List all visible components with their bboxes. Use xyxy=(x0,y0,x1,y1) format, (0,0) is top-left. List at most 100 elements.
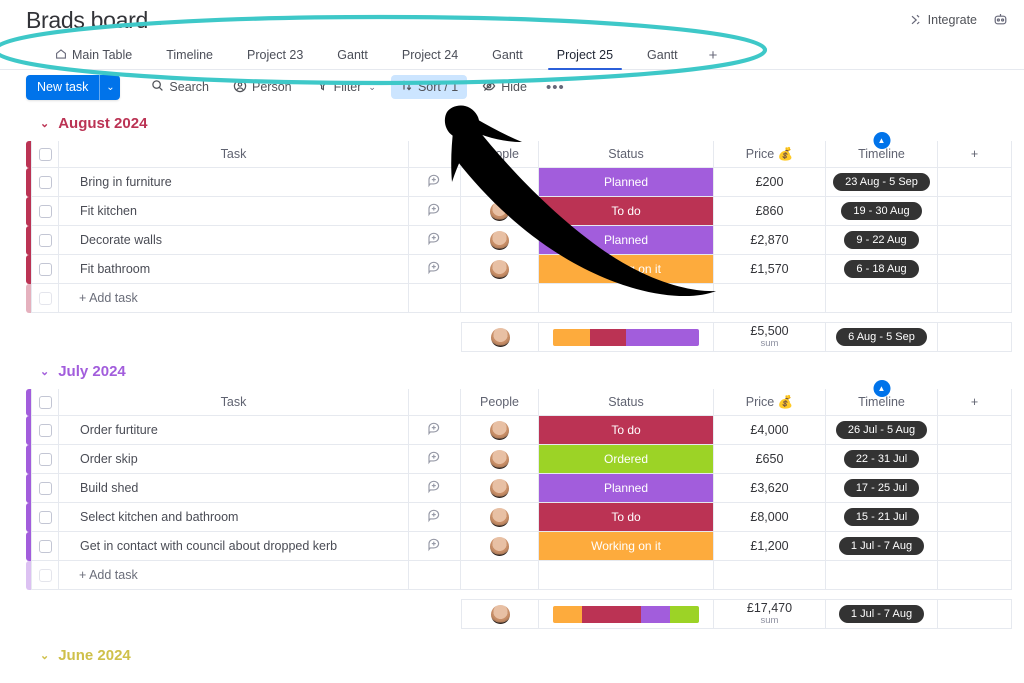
add-update-icon[interactable] xyxy=(409,255,461,284)
board-title-caret-icon[interactable]: ⌄ xyxy=(155,6,166,36)
people-cell[interactable] xyxy=(461,255,539,284)
task-name-cell[interactable]: Build shed xyxy=(59,474,409,503)
column-header-price[interactable]: Price 💰 xyxy=(714,389,826,416)
task-name-cell[interactable]: Fit bathroom xyxy=(59,255,409,284)
hide-button[interactable]: Hide xyxy=(473,75,536,100)
add-update-icon[interactable] xyxy=(409,503,461,532)
column-header-task[interactable]: Task xyxy=(59,389,409,416)
filter-button[interactable]: Filter ⌄ xyxy=(307,75,385,99)
add-column-button[interactable]: + xyxy=(938,141,1012,168)
timeline-cell[interactable]: 9 - 22 Aug xyxy=(826,226,938,255)
tab-project-23[interactable]: Project 23 xyxy=(230,40,320,70)
row-checkbox[interactable] xyxy=(31,445,59,474)
add-task-row[interactable]: + Add task xyxy=(26,561,1024,590)
table-row[interactable]: Select kitchen and bathroom To do £8,000 15… xyxy=(26,503,1024,532)
people-cell[interactable] xyxy=(461,226,539,255)
new-task-caret-icon[interactable]: ⌄ xyxy=(99,74,121,100)
summary-status-bar[interactable] xyxy=(539,599,714,629)
timeline-cell[interactable]: 23 Aug - 5 Sep xyxy=(826,168,938,197)
integrate-button[interactable]: Integrate xyxy=(908,13,977,27)
row-checkbox[interactable] xyxy=(31,503,59,532)
task-name-cell[interactable]: Get in contact with council about droppe… xyxy=(59,532,409,561)
table-row[interactable]: Build shed Planned £3,620 17 - 25 Jul xyxy=(26,474,1024,503)
timeline-cell[interactable]: 15 - 21 Jul xyxy=(826,503,938,532)
price-cell[interactable]: £1,200 xyxy=(714,532,826,561)
column-header-price[interactable]: Price 💰 xyxy=(714,141,826,168)
row-checkbox[interactable] xyxy=(31,416,59,445)
timeline-cell[interactable]: 17 - 25 Jul xyxy=(826,474,938,503)
column-header-status[interactable]: Status xyxy=(539,141,714,168)
timeline-cell[interactable]: 1 Jul - 7 Aug xyxy=(826,532,938,561)
status-badge[interactable]: Planned xyxy=(539,226,714,255)
price-cell[interactable]: £3,620 xyxy=(714,474,826,503)
tab-main-table[interactable]: Main Table xyxy=(38,40,149,70)
column-header-task[interactable]: Task xyxy=(59,141,409,168)
people-cell[interactable] xyxy=(461,416,539,445)
status-badge[interactable]: Ordered xyxy=(539,445,714,474)
timeline-cell[interactable]: 6 - 18 Aug xyxy=(826,255,938,284)
filter-caret-icon[interactable]: ⌄ xyxy=(368,82,376,93)
new-task-button[interactable]: New task ⌄ xyxy=(26,74,121,100)
row-checkbox[interactable] xyxy=(31,255,59,284)
sort-button[interactable]: Sort / 1 xyxy=(390,75,468,99)
price-cell[interactable]: £2,870 xyxy=(714,226,826,255)
task-name-cell[interactable]: Order furtiture xyxy=(59,416,409,445)
tab-gantt-2[interactable]: Gantt xyxy=(475,40,540,70)
row-checkbox[interactable] xyxy=(31,197,59,226)
column-header-timeline[interactable]: ▲ Timeline xyxy=(826,132,938,168)
status-badge[interactable]: Planned xyxy=(539,168,714,197)
people-cell[interactable] xyxy=(461,503,539,532)
tab-gantt-3[interactable]: Gantt xyxy=(630,40,695,70)
tab-gantt-1[interactable]: Gantt xyxy=(320,40,385,70)
people-cell[interactable] xyxy=(461,532,539,561)
tab-project-25[interactable]: Project 25 xyxy=(540,40,630,70)
price-cell[interactable]: £1,570 xyxy=(714,255,826,284)
task-name-cell[interactable]: Select kitchen and bathroom xyxy=(59,503,409,532)
price-cell[interactable]: £4,000 xyxy=(714,416,826,445)
table-row[interactable]: Order furtiture To do £4,000 26 Jul - 5 Aug xyxy=(26,416,1024,445)
add-column-button[interactable]: + xyxy=(938,389,1012,416)
add-task-label[interactable]: + Add task xyxy=(59,561,409,590)
column-header-timeline[interactable]: ▲ Timeline xyxy=(826,380,938,416)
add-update-icon[interactable] xyxy=(409,532,461,561)
group-title[interactable]: ⌄ June 2024 xyxy=(26,629,1024,673)
add-update-icon[interactable] xyxy=(409,416,461,445)
add-view-button[interactable]: + xyxy=(695,40,732,70)
task-name-cell[interactable]: Fit kitchen xyxy=(59,197,409,226)
add-update-icon[interactable] xyxy=(409,474,461,503)
person-filter-button[interactable]: Person xyxy=(224,75,301,100)
table-row[interactable]: Fit kitchen To do £860 19 - 30 Aug xyxy=(26,197,1024,226)
row-checkbox[interactable] xyxy=(31,226,59,255)
column-header-people[interactable]: People xyxy=(461,389,539,416)
table-row[interactable]: Fit bathroom Working on it £1,570 6 - 18 Au… xyxy=(26,255,1024,284)
add-update-icon[interactable] xyxy=(409,197,461,226)
more-options-button[interactable]: ••• xyxy=(540,79,571,96)
people-cell[interactable] xyxy=(461,474,539,503)
timeline-cell[interactable]: 22 - 31 Jul xyxy=(826,445,938,474)
price-cell[interactable]: £8,000 xyxy=(714,503,826,532)
group-collapse-icon[interactable]: ⌄ xyxy=(40,365,49,378)
row-checkbox[interactable] xyxy=(31,168,59,197)
table-row[interactable]: Decorate walls Planned £2,870 9 - 22 Aug xyxy=(26,226,1024,255)
add-update-icon[interactable] xyxy=(409,168,461,197)
group-collapse-icon[interactable]: ⌄ xyxy=(40,649,49,662)
status-badge[interactable]: To do xyxy=(539,197,714,226)
people-cell[interactable] xyxy=(461,445,539,474)
search-button[interactable]: Search xyxy=(142,75,218,99)
select-all-checkbox[interactable] xyxy=(31,389,59,416)
summary-status-bar[interactable] xyxy=(539,322,714,352)
price-cell[interactable]: £200 xyxy=(714,168,826,197)
task-name-cell[interactable]: Order skip xyxy=(59,445,409,474)
status-badge[interactable]: Working on it xyxy=(539,532,714,561)
price-cell[interactable]: £860 xyxy=(714,197,826,226)
add-update-icon[interactable] xyxy=(409,226,461,255)
add-task-row[interactable]: + Add task xyxy=(26,284,1024,313)
table-row[interactable]: Bring in furniture Planned £200 23 Aug - 5 … xyxy=(26,168,1024,197)
people-cell[interactable] xyxy=(461,197,539,226)
task-name-cell[interactable]: Decorate walls xyxy=(59,226,409,255)
row-checkbox[interactable] xyxy=(31,474,59,503)
tab-timeline[interactable]: Timeline xyxy=(149,40,230,70)
people-cell[interactable] xyxy=(461,168,539,197)
tab-project-24[interactable]: Project 24 xyxy=(385,40,475,70)
status-badge[interactable]: Planned xyxy=(539,474,714,503)
